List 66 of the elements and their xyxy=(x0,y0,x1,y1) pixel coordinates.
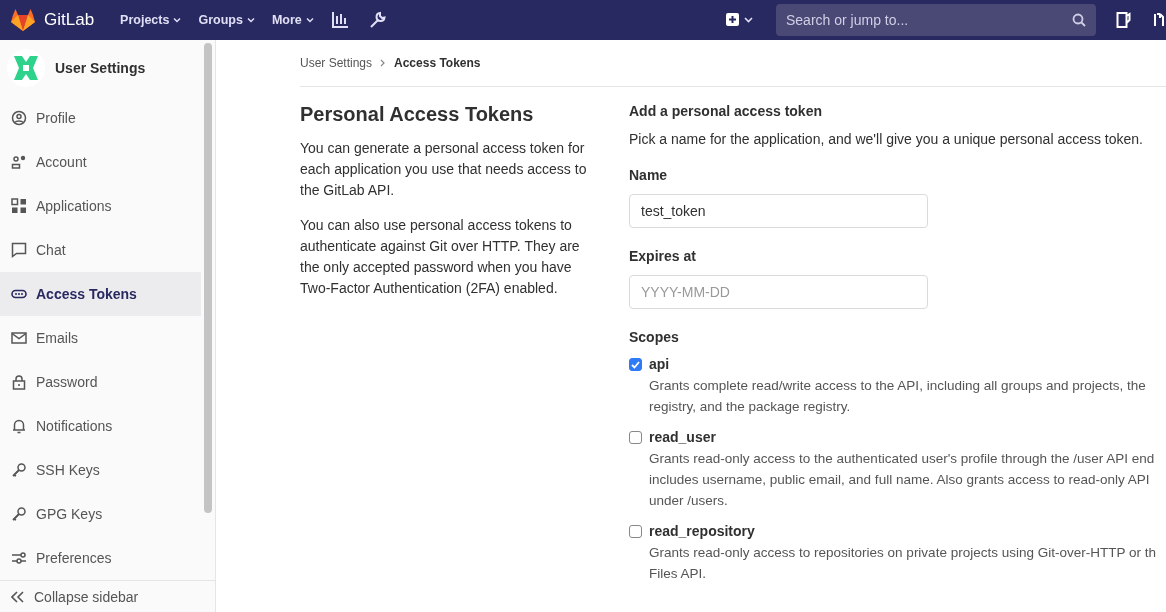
caret-icon xyxy=(172,15,183,25)
nav-menu[interactable]: More xyxy=(271,13,315,27)
chevron-icon xyxy=(380,59,387,67)
double-chevron-icon xyxy=(11,590,25,603)
scope-description: Grants read-only access to repositories on private projects using Git-over-HTTP or th xyxy=(649,544,1156,562)
user-circle-icon xyxy=(11,110,27,126)
intro-paragraph: You can also use personal access tokens to authenticate against Git over HTTP. They are the only accepted password when you have Two-Factor Authentication (2FA) enabled. xyxy=(300,216,581,298)
caret-icon xyxy=(245,15,256,25)
scope-description: under /users. xyxy=(649,492,729,510)
bell-icon xyxy=(11,418,27,434)
sidebar-item[interactable]: Profile xyxy=(0,96,201,140)
breadcrumb-link[interactable]: Access Tokens xyxy=(394,56,481,70)
breadcrumb-link[interactable]: User Settings xyxy=(300,56,373,70)
user-gear-icon xyxy=(11,154,27,170)
scope-name: read_user xyxy=(649,429,717,445)
scope-description: Grants complete read/write access to the API, including all groups and projects, the xyxy=(649,377,1146,395)
checkbox[interactable] xyxy=(629,525,642,538)
intro-paragraph: You can generate a personal access token for each application you use that needs access to the GitLab API. xyxy=(300,139,588,200)
sidebar-item[interactable]: Notifications xyxy=(0,404,201,448)
scope-description: registry, and the package registry. xyxy=(649,398,852,416)
scope-description: includes username, public email, and full name. Also grants access to read-only API xyxy=(649,471,1151,489)
scope-description: Files API. xyxy=(649,565,708,583)
sidebar-item[interactable]: Applications xyxy=(0,184,201,228)
search-icon xyxy=(1072,13,1086,27)
form-subtitle: Pick a name for the application, and we'll give you a unique personal access token. xyxy=(629,131,1144,147)
sidebar-item[interactable]: SSH Keys xyxy=(0,448,201,492)
sidebar-title: User Settings xyxy=(55,60,146,76)
grid-icon xyxy=(11,198,27,214)
sidebar-item[interactable]: Access Tokens xyxy=(0,272,201,316)
collapse-sidebar-button[interactable]: Collapse sidebar xyxy=(0,580,215,612)
field-label: Name xyxy=(629,167,669,183)
scope-name: read_repository xyxy=(649,523,756,539)
merge-request-icon[interactable] xyxy=(1152,11,1166,29)
sidebar-item[interactable]: Emails xyxy=(0,316,201,360)
sidebar-item[interactable]: Account xyxy=(0,140,201,184)
checkbox[interactable] xyxy=(629,431,642,444)
scope-description: Grants read-only access to the authenticated user's profile through the /user API end xyxy=(649,450,1155,468)
form-title: Add a personal access token xyxy=(629,103,823,119)
checkbox[interactable] xyxy=(629,358,642,371)
nav-menu[interactable]: Projects xyxy=(120,13,183,27)
sliders-icon xyxy=(11,550,27,566)
plus-square-icon[interactable] xyxy=(726,12,756,28)
input-field[interactable]: test_token xyxy=(629,194,928,228)
brand-name[interactable]: GitLab xyxy=(44,10,95,30)
sidebar-item[interactable]: GPG Keys xyxy=(0,492,201,536)
bar-chart-icon[interactable] xyxy=(330,11,349,29)
sidebar-item[interactable]: Preferences xyxy=(0,536,201,580)
scrollbar[interactable] xyxy=(204,43,212,513)
lock-icon xyxy=(11,374,27,390)
sidebar-item[interactable]: Password xyxy=(0,360,201,404)
caret-icon xyxy=(304,15,315,25)
fox-logo-icon[interactable] xyxy=(10,8,36,32)
chat-icon xyxy=(11,242,27,258)
key-icon xyxy=(11,462,27,478)
key-icon xyxy=(11,506,27,522)
page-title: Personal Access Tokens xyxy=(300,103,535,126)
nav-menu[interactable]: Groups xyxy=(198,13,256,27)
scopes-label: Scopes xyxy=(629,329,680,345)
sidebar-item[interactable]: Chat xyxy=(0,228,201,272)
scope-name: api xyxy=(649,356,671,372)
todo-icon[interactable] xyxy=(1116,11,1132,29)
search-field[interactable]: Search or jump to... xyxy=(776,4,1096,36)
field-label: Expires at xyxy=(629,248,697,264)
input-field[interactable]: YYYY-MM-DD xyxy=(629,275,928,309)
mail-icon xyxy=(11,330,27,346)
wrench-icon[interactable] xyxy=(368,11,387,29)
